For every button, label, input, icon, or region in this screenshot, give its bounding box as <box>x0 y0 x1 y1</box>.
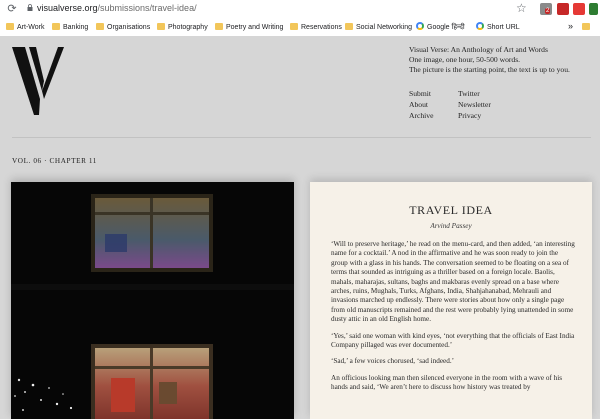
folder-icon <box>52 23 60 30</box>
intro-line: The picture is the starting point, the t… <box>409 65 570 74</box>
story-panel: TRAVEL IDEA Arvind Passey ‘Will to prese… <box>310 182 592 419</box>
extension-badge: 2 <box>545 8 551 14</box>
intro-line: Visual Verse: An Anthology of Art and Wo… <box>409 45 548 54</box>
site-menu-left: Submit About Archive <box>409 88 433 121</box>
bookmark-short-url[interactable]: Short URL <box>476 22 520 33</box>
extension-icon-4[interactable] <box>589 3 598 15</box>
bookmark-other[interactable] <box>582 22 593 33</box>
site-menu-right: Twitter Newsletter Privacy <box>458 88 491 121</box>
folder-icon <box>96 23 104 30</box>
address-bar[interactable]: visualverse.org/submissions/travel-idea/ <box>37 3 197 13</box>
browser-toolbar: ⟳ visualverse.org/submissions/travel-ide… <box>0 0 600 20</box>
intro-line: One image, one hour, 50-500 words. <box>409 55 521 64</box>
bookmark-art-work[interactable]: Art-Work <box>6 22 44 33</box>
story-paragraph: ‘Yes,’ said one woman with kind eyes, ‘n… <box>331 331 575 350</box>
prompt-image <box>11 182 294 419</box>
folder-icon <box>582 23 590 30</box>
lock-icon <box>27 4 33 11</box>
menu-twitter-link[interactable]: Twitter <box>458 88 491 99</box>
google-icon <box>416 22 424 30</box>
menu-submit-link[interactable]: Submit <box>409 88 433 99</box>
folder-icon <box>345 23 353 30</box>
extension-icon-3[interactable] <box>573 3 585 15</box>
url-path: /submissions/travel-idea/ <box>97 3 197 13</box>
extension-icon-2[interactable] <box>557 3 569 15</box>
visual-verse-logo[interactable] <box>12 47 64 115</box>
bookmark-reservations[interactable]: Reservations <box>290 22 342 33</box>
url-host: visualverse.org <box>37 3 98 13</box>
folder-icon <box>290 23 298 30</box>
bookmarks-bar: Art-Work Banking Organisations Photograp… <box>0 19 600 37</box>
page: Visual Verse: An Anthology of Art and Wo… <box>0 37 600 419</box>
menu-newsletter-link[interactable]: Newsletter <box>458 99 491 110</box>
bookmark-star-icon[interactable]: ☆ <box>516 1 527 15</box>
bookmark-social-networking[interactable]: Social Networking <box>345 22 412 33</box>
menu-about-link[interactable]: About <box>409 99 433 110</box>
bookmark-photography[interactable]: Photography <box>157 22 208 33</box>
story-title: TRAVEL IDEA <box>409 203 493 217</box>
menu-archive-link[interactable]: Archive <box>409 110 433 121</box>
bookmark-organisations[interactable]: Organisations <box>96 22 150 33</box>
building-windows-image <box>11 182 294 419</box>
bookmark-poetry-and-writing[interactable]: Poetry and Writing <box>215 22 283 33</box>
story-paragraph: ‘Sad,’ a few voices chorused, ‘sad indee… <box>331 357 455 366</box>
issue-label: VOL. 06 · CHAPTER 11 <box>12 157 98 165</box>
folder-icon <box>157 23 165 30</box>
story-paragraph: ‘Will to preserve heritage,’ he read on … <box>331 240 575 324</box>
folder-icon <box>6 23 14 30</box>
bookmarks-overflow-button[interactable]: » <box>568 21 573 32</box>
bookmark-banking[interactable]: Banking <box>52 22 88 33</box>
story-author-link[interactable]: Arvind Passey <box>310 222 592 230</box>
bookmark-google-hindi[interactable]: Google हिन्दी <box>416 22 465 33</box>
story-body: ‘Will to preserve heritage,’ he read on … <box>331 240 575 400</box>
folder-icon <box>215 23 223 30</box>
google-icon <box>476 22 484 30</box>
menu-privacy-link[interactable]: Privacy <box>458 110 491 121</box>
story-paragraph: An officious looking man then silenced e… <box>331 373 563 392</box>
reload-icon[interactable]: ⟳ <box>5 2 19 16</box>
header-divider <box>12 137 591 138</box>
site-intro: Visual Verse: An Anthology of Art and Wo… <box>409 45 570 75</box>
